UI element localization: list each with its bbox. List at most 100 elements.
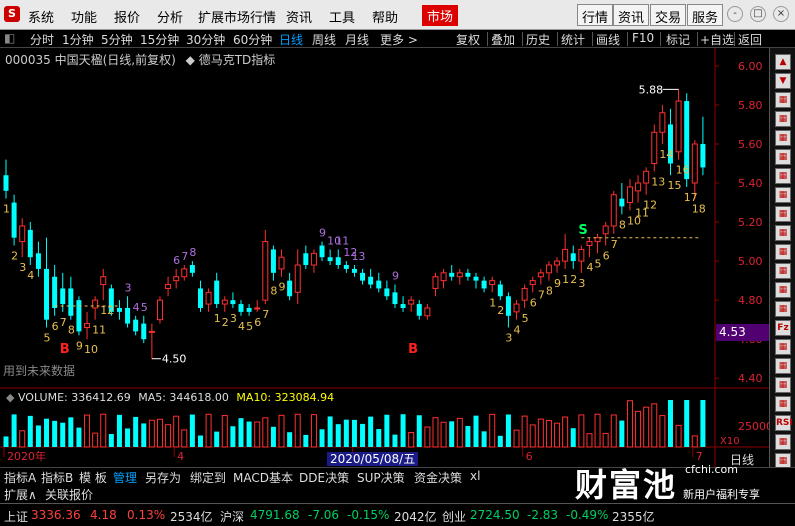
volume-bar [586,433,593,448]
volume-bar [684,400,690,447]
sh-index-name[interactable]: 上证 [4,508,28,525]
cy-index-name[interactable]: 创业 [442,508,466,525]
hs-index-amount: 2042亿 [394,510,437,524]
ma5-value: MA5: 344618.00 [138,391,229,404]
tab-related-quotes[interactable]: 关联报价 [45,486,93,503]
sidebar-tool-icon[interactable]: ▦ [775,206,791,222]
app-logo-icon: S [4,6,20,22]
td-buy-count: 4 [27,269,34,282]
td-buy-count: 1 [3,203,10,216]
td-buy-count: 4 [238,320,245,333]
candle-body [675,100,682,153]
candle-body [392,292,398,305]
cy-index-amount: 2355亿 [612,510,655,524]
tab-more[interactable]: 更多 > [380,31,418,48]
cy-index-change: -2.83 [527,508,559,522]
menu-function[interactable]: 功能 [71,7,97,26]
volume-bar [513,429,520,448]
quote-button[interactable]: 行情 [577,4,614,26]
menu-market[interactable]: 市场 [422,5,459,26]
candle-body [133,319,139,332]
tab-30min[interactable]: 30分钟 [186,31,225,48]
td-buy-count: 5 [522,312,529,325]
sidebar-tool-icon[interactable]: ▦ [775,434,791,450]
sidebar-tool-icon[interactable]: ▦ [775,111,791,127]
td-buy-count: 1 [214,312,221,325]
sidebar-tool-icon[interactable]: ▦ [775,282,791,298]
volume-toggle-icon[interactable]: ◆ [6,391,14,404]
volume-bar [68,417,74,447]
add-watchlist-button[interactable]: +自选 [700,31,734,48]
sidebar-tool-icon[interactable]: RSI [775,415,793,431]
sidebar-tool-icon[interactable]: ▦ [775,244,791,260]
volume-bar [294,413,301,448]
sidebar-tool-icon[interactable]: ▲ [775,54,791,70]
volume-bar [92,432,99,448]
overlay-button[interactable]: 叠加 [491,31,515,48]
tab-60min[interactable]: 60分钟 [233,31,272,48]
minimize-icon[interactable]: - [727,6,743,22]
sidebar-tool-icon[interactable]: ▦ [775,130,791,146]
volume-bar [270,426,276,447]
volume-bar [424,426,431,448]
td-buy-count: 7 [262,308,269,321]
menu-help[interactable]: 帮助 [372,7,398,26]
mark-button[interactable]: 标记 [666,31,690,48]
sidebar-tool-icon[interactable]: ▦ [775,358,791,374]
menu-quote[interactable]: 报价 [114,7,140,26]
candle-body [343,265,349,269]
sidebar-tool-icon[interactable]: ▦ [775,377,791,393]
volume-bar [52,420,58,447]
sidebar-tool-icon[interactable]: ▦ [775,301,791,317]
td-buy-count: 3 [505,331,512,344]
menu-news[interactable]: 资讯 [286,7,312,26]
sidebar-tool-icon[interactable]: ▦ [775,168,791,184]
volume-bar [537,418,544,448]
tab-xl[interactable]: xl [470,469,480,483]
volume-bar [44,418,50,447]
trade-button[interactable]: 交易 [650,4,687,26]
sidebar-tool-icon[interactable]: Fz [775,320,791,336]
sidebar-tool-icon[interactable]: ▦ [775,149,791,165]
volume-bar [205,413,212,448]
sidebar-tool-icon[interactable]: ▦ [775,396,791,412]
stats-button[interactable]: 统计 [561,31,585,48]
tab-daily[interactable]: 日线 [279,31,303,48]
draw-button[interactable]: 画线 [596,31,620,48]
tab-5min[interactable]: 5分钟 [101,31,133,48]
hs-index-name[interactable]: 沪深 [220,508,244,525]
menu-analysis[interactable]: 分析 [157,7,183,26]
toolbar-divider [487,32,488,46]
sidebar-tool-icon[interactable]: ▦ [775,92,791,108]
f10-button[interactable]: F10 [632,31,654,45]
sidebar-tool-icon[interactable]: ▦ [775,339,791,355]
service-button[interactable]: 服务 [687,4,724,26]
back-button[interactable]: 返回 [738,31,762,48]
candle-body [76,300,82,332]
brand-watermark: 财富池 cfchi.com 新用户福利专享 [575,460,760,506]
price-tick-label: 5.00 [738,255,763,268]
menu-extended-market[interactable]: 扩展市场行情 [198,7,276,26]
menu-system[interactable]: 系统 [28,7,54,26]
close-icon[interactable]: × [773,6,789,22]
menu-tools[interactable]: 工具 [329,7,355,26]
sidebar-tool-icon[interactable]: ▼ [775,73,791,89]
news-button[interactable]: 资讯 [613,4,650,26]
sidebar-tool-icon[interactable]: ▦ [775,225,791,241]
candle-body [424,307,431,317]
sh-index-amount: 2534亿 [170,510,213,524]
history-button[interactable]: 历史 [526,31,550,48]
maximize-icon[interactable]: □ [750,6,766,22]
hs-index-change: -7.06 [308,508,340,522]
sidebar-tool-icon[interactable]: ▦ [775,187,791,203]
sidebar-tool-icon[interactable]: ▦ [775,263,791,279]
tab-15min[interactable]: 15分钟 [140,31,179,48]
volume-bar [497,435,503,447]
tab-weekly[interactable]: 周线 [312,31,336,48]
tab-intraday[interactable]: 分时 [30,31,54,48]
chart-canvas[interactable]: 5.884.50123456 789 1011121 2 34 5 678 91234567 8… [0,48,769,468]
tab-1min[interactable]: 1分钟 [62,31,94,48]
adjust-button[interactable]: 复权 [456,31,480,48]
tab-extension[interactable]: 扩展∧ [4,486,37,503]
tab-monthly[interactable]: 月线 [345,31,369,48]
